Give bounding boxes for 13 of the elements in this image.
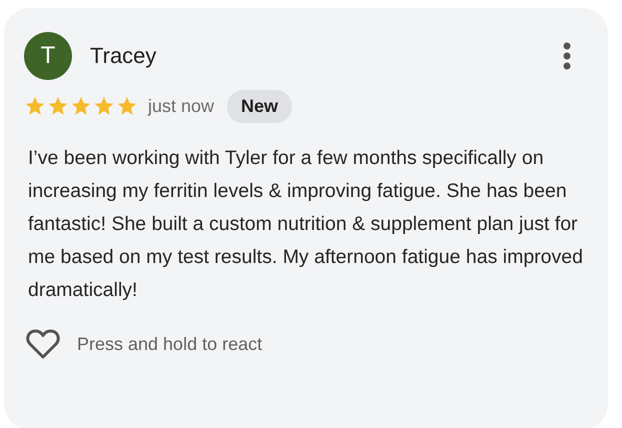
heart-icon[interactable]: [26, 329, 60, 359]
star-icon: [47, 95, 69, 117]
review-text: I’ve been working with Tyler for a few months specifically on increasing my ferritin levels & improving fatigue. She has been fantastic! She built a custom nutrition & supplement plan just for me based on my test results. My afternoon fatigue has improved dramatically!: [28, 146, 584, 303]
star-icon: [116, 95, 138, 117]
avatar: T: [24, 32, 72, 80]
new-badge: New: [227, 90, 292, 122]
star-icon: [24, 95, 46, 117]
author-name: Tracey: [90, 43, 158, 69]
more-options-icon[interactable]: [562, 42, 572, 70]
review-time: just now: [148, 96, 214, 116]
star-icon: [93, 95, 115, 117]
react-hint: Press and hold to react: [77, 334, 262, 354]
star-icon: [70, 95, 92, 117]
